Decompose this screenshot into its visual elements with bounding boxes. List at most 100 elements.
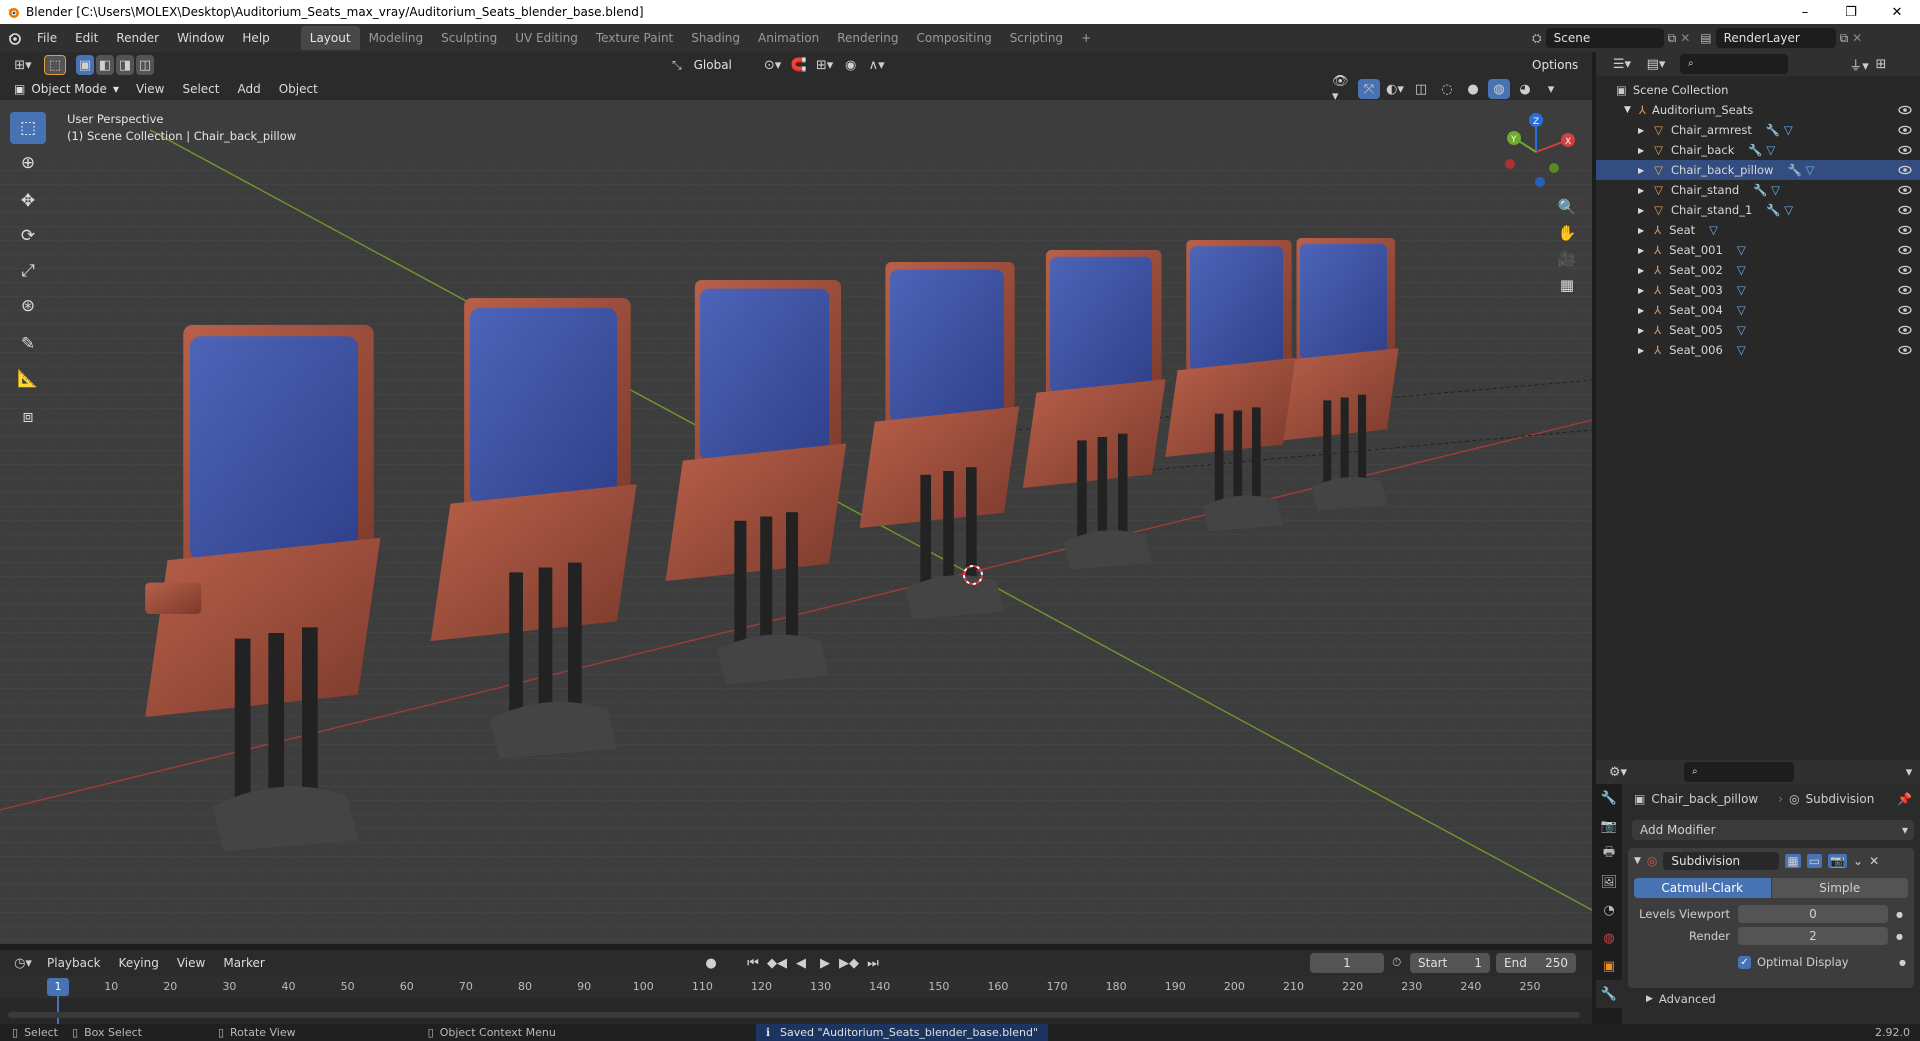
gizmo-toggle-icon[interactable]: ⤧ [1358, 79, 1380, 99]
outliner-item[interactable]: ▶ ▽ Chair_back 🔧 ▽ [1596, 140, 1920, 160]
material-shading-icon[interactable]: ◍ [1488, 79, 1510, 99]
eye-icon[interactable] [1898, 303, 1912, 317]
menu-file[interactable]: File [28, 27, 66, 49]
add-workspace-button[interactable]: + [1072, 26, 1100, 50]
menu-add[interactable]: Add [228, 78, 269, 100]
catmull-clark-option[interactable]: Catmull-Clark [1634, 878, 1771, 898]
outliner-item[interactable]: ▶ ▽ Chair_armrest 🔧 ▽ [1596, 120, 1920, 140]
select-subtract-icon[interactable]: ◨ [116, 55, 134, 75]
expand-arrow-icon[interactable]: ▶ [1638, 286, 1644, 295]
menu-keying[interactable]: Keying [110, 952, 168, 974]
collection-row[interactable]: ▼ ⅄ Auditorium_Seats [1596, 100, 1920, 120]
output-tab-icon[interactable]: 🖶 [1596, 840, 1622, 868]
expand-arrow-icon[interactable]: ▶ [1638, 306, 1644, 315]
keyframe-dot-icon[interactable]: ● [1896, 932, 1903, 941]
frame-ruler[interactable]: 1102030405060708090100110120130140150160… [0, 976, 1592, 998]
editor-type-icon[interactable]: ⊞▾ [8, 55, 38, 75]
keyframe-dot-icon[interactable]: ● [1899, 958, 1906, 967]
outliner-item[interactable]: ▶ ⅄ Seat_004 ▽ [1596, 300, 1920, 320]
pivot-point-icon[interactable]: ⊙▾ [762, 55, 784, 75]
outliner-item[interactable]: ▶ ⅄ Seat_001 ▽ [1596, 240, 1920, 260]
collapse-arrow-icon[interactable]: ▼ [1634, 856, 1641, 866]
next-keyframe-icon[interactable]: ▶◆ [838, 953, 860, 973]
playhead-frame[interactable]: 1 [47, 978, 69, 996]
tab-scripting[interactable]: Scripting [1001, 26, 1072, 50]
menu-edit[interactable]: Edit [66, 27, 107, 49]
properties-search-input[interactable]: ⌕ [1684, 762, 1794, 782]
outliner-item[interactable]: ▶ ⅄ Seat_003 ▽ [1596, 280, 1920, 300]
render-toggle-icon[interactable]: 📷 [1828, 854, 1848, 868]
3d-viewport[interactable]: User Perspective (1) Scene Collection | … [0, 100, 1592, 944]
options-dropdown[interactable]: Options [1524, 55, 1587, 75]
remove-modifier-icon[interactable]: ✕ [1869, 854, 1879, 868]
camera-view-icon[interactable]: 🎥 [1558, 250, 1577, 268]
menu-playback[interactable]: Playback [38, 952, 110, 974]
move-tool-icon[interactable]: ✥ [10, 185, 46, 217]
properties-editor-icon[interactable]: ⚙▾ [1604, 762, 1632, 782]
prev-keyframe-icon[interactable]: ◆◀ [766, 953, 788, 973]
tab-layout[interactable]: Layout [300, 26, 360, 50]
new-collection-icon[interactable]: ⊞ [1870, 54, 1892, 74]
xray-icon[interactable]: ◫ [1410, 79, 1432, 99]
object-tab-icon[interactable]: ▣ [1596, 952, 1622, 980]
tab-modeling[interactable]: Modeling [360, 26, 433, 50]
tab-uv-editing[interactable]: UV Editing [506, 26, 587, 50]
preview-range-icon[interactable]: ⏱ [1392, 955, 1401, 970]
modifier-icon[interactable]: 🔧 ▽ [1787, 163, 1814, 177]
scene-tab-icon[interactable]: ◔ [1596, 896, 1622, 924]
scene-collection-row[interactable]: ▣ Scene Collection [1596, 80, 1920, 100]
select-box-tool-icon[interactable]: ⬚ [10, 112, 46, 144]
tab-rendering[interactable]: Rendering [828, 26, 907, 50]
tab-shading[interactable]: Shading [682, 26, 749, 50]
modifier-icon[interactable]: 🔧 ▽ [1766, 203, 1793, 217]
mesh-data-icon[interactable]: ▽ [1709, 223, 1718, 237]
view-layer-selector[interactable]: RenderLayer [1715, 28, 1836, 48]
ortho-grid-icon[interactable]: ▦ [1560, 276, 1574, 294]
eye-icon[interactable] [1898, 183, 1912, 197]
start-frame-field[interactable]: Start 1 [1410, 953, 1490, 973]
expand-arrow-icon[interactable]: ▼ [1624, 105, 1631, 115]
outliner-item[interactable]: ▶ ⅄ Seat_006 ▽ [1596, 340, 1920, 360]
filter-icon[interactable]: ⏚▾ [1848, 54, 1870, 74]
expand-arrow-icon[interactable]: ▶ [1638, 266, 1644, 275]
tab-texture-paint[interactable]: Texture Paint [587, 26, 682, 50]
menu-view[interactable]: View [127, 78, 173, 100]
timeline-editor-icon[interactable]: ◷▾ [8, 953, 38, 973]
display-mode-icon[interactable]: ▤▾ [1642, 54, 1670, 74]
play-reverse-icon[interactable]: ◀ [790, 953, 812, 973]
minimize-button[interactable]: – [1782, 0, 1828, 24]
current-frame-field[interactable]: 1 [1310, 953, 1384, 973]
zoom-icon[interactable]: 🔍 [1558, 198, 1577, 216]
menu-window[interactable]: Window [168, 27, 233, 49]
add-cube-tool-icon[interactable]: ⧈ [10, 401, 46, 433]
status-report[interactable]: ℹ Saved "Auditorium_Seats_blender_base.b… [755, 1024, 1049, 1041]
mesh-data-icon[interactable]: ▽ [1737, 323, 1746, 337]
eye-icon[interactable] [1898, 203, 1912, 217]
menu-help[interactable]: Help [233, 27, 278, 49]
snap-icon[interactable]: 🧲 [788, 55, 810, 75]
eye-icon[interactable] [1898, 163, 1912, 177]
menu-select[interactable]: Select [173, 78, 228, 100]
keyframe-dot-icon[interactable]: ● [1896, 910, 1903, 919]
outliner-item[interactable]: ▶ ⅄ Seat_002 ▽ [1596, 260, 1920, 280]
outliner-editor-icon[interactable]: ☰▾ [1608, 54, 1636, 74]
pin-icon[interactable]: 📌 [1897, 792, 1912, 806]
wireframe-shading-icon[interactable]: ◌ [1436, 79, 1458, 99]
proportional-edit-icon[interactable]: ◉ [840, 55, 862, 75]
edit-mode-toggle-icon[interactable]: ▦ [1785, 854, 1801, 868]
optimal-display-checkbox[interactable]: ✓ [1738, 955, 1751, 969]
scene-remove-icon[interactable]: ✕ [1680, 31, 1690, 45]
modifier-name-field[interactable]: Subdivision [1663, 852, 1780, 870]
outliner-item[interactable]: ▶ ▽ Chair_stand_1 🔧 ▽ [1596, 200, 1920, 220]
blender-menu-icon[interactable] [0, 31, 28, 45]
eye-icon[interactable] [1898, 263, 1912, 277]
expand-arrow-icon[interactable]: ▶ [1638, 346, 1644, 355]
menu-marker[interactable]: Marker [214, 952, 273, 974]
mesh-data-icon[interactable]: ▽ [1737, 263, 1746, 277]
solid-shading-icon[interactable]: ● [1462, 79, 1484, 99]
expand-arrow-icon[interactable]: ▶ [1638, 206, 1644, 215]
view-layer-copy-icon[interactable]: ⧉ [1840, 31, 1849, 46]
scene-selector[interactable]: Scene [1545, 28, 1664, 48]
menu-timeline-view[interactable]: View [168, 952, 214, 974]
restore-button[interactable]: ❐ [1828, 0, 1874, 24]
